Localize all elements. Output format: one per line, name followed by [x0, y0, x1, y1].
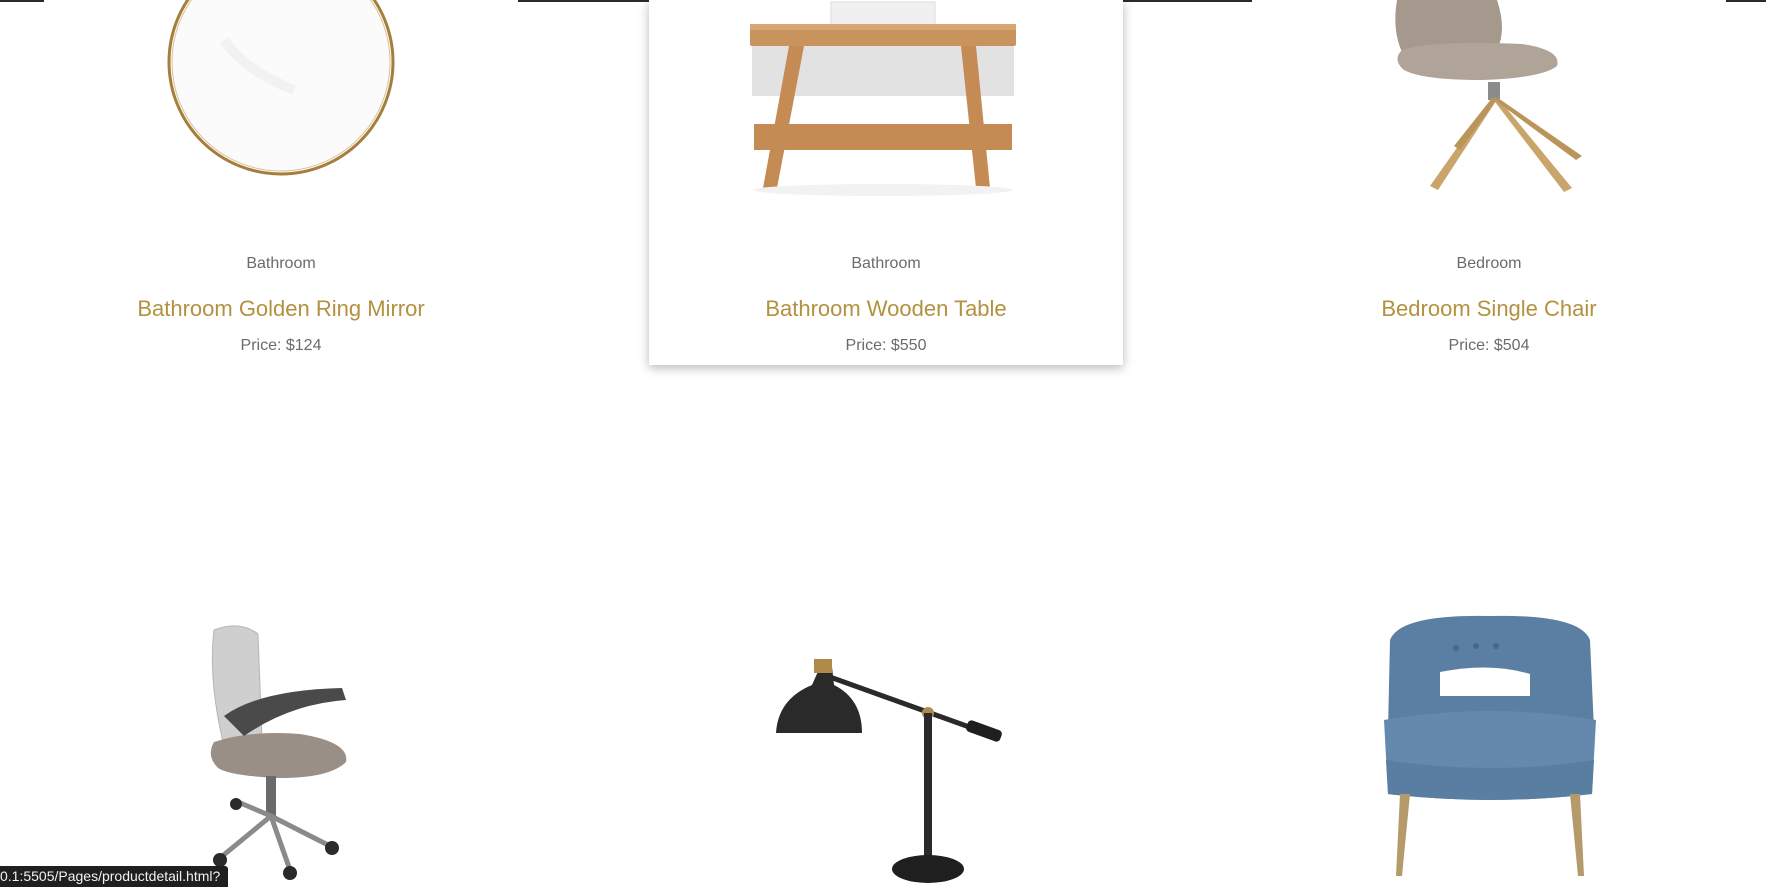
- product-image-wooden-table[interactable]: [649, 0, 1123, 240]
- product-title[interactable]: Bathroom Golden Ring Mirror: [44, 296, 518, 322]
- product-image-blue-armchair[interactable]: [1380, 610, 1600, 887]
- product-image-golden-ring-mirror[interactable]: [44, 0, 518, 240]
- product-category: Bedroom: [1456, 255, 1522, 272]
- product-card-golden-ring-mirror[interactable]: Bathroom Bathroom Golden Ring Mirror Pri…: [44, 0, 518, 356]
- product-category: Bathroom: [246, 255, 316, 272]
- product-image-office-chair[interactable]: [190, 620, 390, 887]
- product-price: Price: $550: [845, 337, 927, 354]
- product-price: Price: $504: [1448, 337, 1530, 354]
- product-title[interactable]: Bathroom Wooden Table: [649, 296, 1123, 322]
- product-image-desk-lamp[interactable]: [770, 655, 1020, 887]
- product-price: Price: $124: [240, 337, 322, 354]
- product-card-wooden-table[interactable]: Bathroom Bathroom Wooden Table Price: $5…: [649, 0, 1123, 365]
- product-title[interactable]: Bedroom Single Chair: [1252, 296, 1726, 322]
- product-image-single-chair[interactable]: [1252, 0, 1726, 240]
- product-card-single-chair[interactable]: Bedroom Bedroom Single Chair Price: $504: [1252, 0, 1726, 356]
- product-category: Bathroom: [851, 255, 921, 272]
- status-bar-url: 0.1:5505/Pages/productdetail.html?: [0, 866, 229, 887]
